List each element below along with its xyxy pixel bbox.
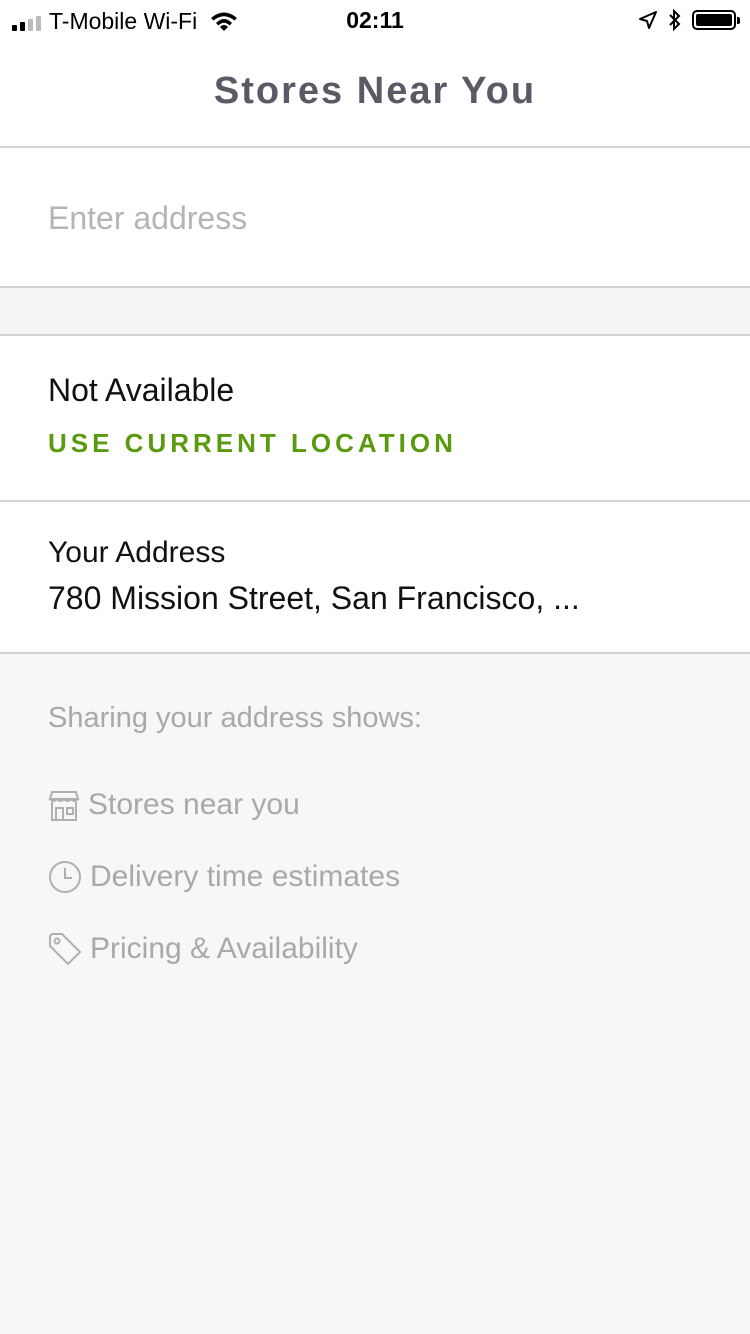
nav-bar: Stores Near You — [0, 40, 750, 148]
section-divider — [0, 288, 750, 336]
current-location-row: Not Available USE CURRENT LOCATION — [0, 336, 750, 502]
your-address-value: 780 Mission Street, San Francisco, ... — [48, 580, 580, 616]
bluetooth-icon — [669, 8, 681, 32]
info-item-delivery: Delivery time estimates — [48, 860, 400, 894]
use-current-location-button[interactable]: USE CURRENT LOCATION — [48, 428, 457, 459]
store-icon — [48, 791, 80, 821]
your-address-label: Your Address — [48, 536, 226, 569]
address-input[interactable] — [48, 192, 698, 244]
info-heading: Sharing your address shows: — [48, 702, 422, 734]
battery-icon — [692, 10, 740, 30]
clock-icon — [49, 861, 81, 893]
info-item-label: Delivery time estimates — [90, 860, 401, 893]
status-bar: T-Mobile Wi-Fi 02:11 — [0, 0, 750, 40]
info-item-label: Stores near you — [88, 788, 300, 821]
info-item-stores: Stores near you — [48, 788, 300, 822]
address-search-row — [0, 148, 750, 288]
info-item-pricing: Pricing & Availability — [48, 932, 358, 966]
info-item-label: Pricing & Availability — [90, 932, 358, 965]
your-address-row[interactable]: Your Address 780 Mission Street, San Fra… — [0, 502, 750, 654]
location-arrow-icon — [639, 11, 657, 29]
location-status: Not Available — [48, 372, 235, 408]
page-title: Stores Near You — [213, 70, 537, 112]
status-bar-right — [638, 8, 740, 32]
tag-icon — [49, 933, 82, 966]
